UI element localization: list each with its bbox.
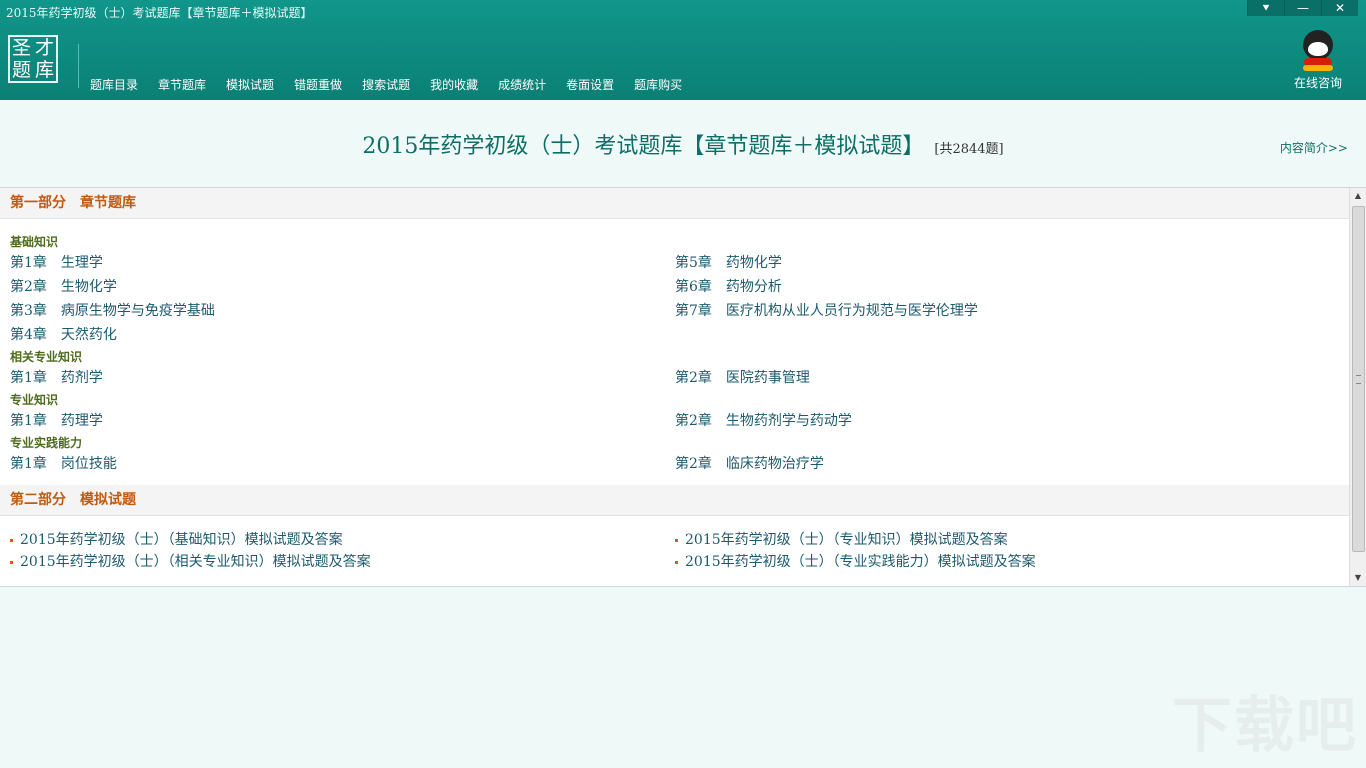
chapter-link[interactable]: 第4章 天然药化 [10, 324, 675, 344]
intro-link[interactable]: 内容简介>> [1280, 139, 1348, 156]
page-title-text: 2015年药学初级（士）考试题库【章节题库＋模拟试题】 [362, 134, 925, 159]
app-logo: 圣 才 题 库 [8, 35, 58, 83]
category-heading: 专业实践能力 [10, 436, 83, 450]
nav-statistics[interactable]: 成绩统计 [488, 70, 556, 99]
logo-char: 圣 [11, 37, 31, 59]
chapter-row: 第4章 天然药化 [0, 322, 1366, 346]
bullet-icon [675, 560, 678, 564]
category-heading: 相关专业知识 [10, 350, 83, 364]
chapter-link[interactable]: 第3章 病原生物学与免疫学基础 [10, 300, 675, 320]
mock-test-row: 2015年药学初级（士）（相关专业知识）模拟试题及答案 2015年药学初级（士）… [0, 550, 1366, 572]
menu-dropdown-button[interactable]: ⯆ [1247, 0, 1284, 16]
logo-char: 才 [34, 37, 54, 59]
category-heading: 基础知识 [10, 235, 59, 249]
app-header: 2015年药学初级（士）考试题库【章节题库＋模拟试题】 ⯆ — ✕ 圣 才 题 … [0, 0, 1366, 100]
nav-catalog[interactable]: 题库目录 [80, 70, 148, 99]
header-divider [78, 44, 79, 88]
close-button[interactable]: ✕ [1321, 0, 1358, 16]
chapter-row: 第1章 药剂学 第2章 医院药事管理 [0, 365, 1366, 389]
chapter-link[interactable]: 第2章 生物化学 [10, 276, 675, 296]
scroll-thumb[interactable] [1352, 206, 1365, 552]
logo-char: 题 [11, 59, 31, 81]
chapter-row: 第3章 病原生物学与免疫学基础 第7章 医疗机构从业人员行为规范与医学伦理学 [0, 298, 1366, 322]
chapter-row: 第1章 生理学 第5章 药物化学 [0, 250, 1366, 274]
chapter-row: 第1章 岗位技能 第2章 临床药物治疗学 [0, 451, 1366, 475]
chapter-link[interactable]: 第1章 药剂学 [10, 367, 675, 387]
nav-chapter-bank[interactable]: 章节题库 [148, 70, 216, 99]
chapter-link[interactable]: 第2章 生物药剂学与药动学 [675, 410, 1340, 430]
chapter-link[interactable]: 第5章 药物化学 [675, 252, 1340, 272]
chapter-link[interactable]: 第1章 药理学 [10, 410, 675, 430]
bullet-icon [10, 538, 13, 542]
nav-mock-tests[interactable]: 模拟试题 [216, 70, 284, 99]
window-controls: ⯆ — ✕ [1247, 0, 1358, 16]
nav-search[interactable]: 搜索试题 [352, 70, 420, 99]
scroll-up-arrow-icon[interactable]: ▲ [1350, 188, 1366, 204]
chapter-link[interactable]: 第1章 岗位技能 [10, 453, 675, 473]
nav-purchase[interactable]: 题库购买 [624, 70, 692, 99]
chapter-link[interactable]: 第6章 药物分析 [675, 276, 1340, 296]
chapter-link[interactable]: 第1章 生理学 [10, 252, 675, 272]
main-nav: 题库目录 章节题库 模拟试题 错题重做 搜索试题 我的收藏 成绩统计 卷面设置 … [80, 70, 692, 99]
minimize-button[interactable]: — [1284, 0, 1321, 16]
mock-test-row: 2015年药学初级（士）（基础知识）模拟试题及答案 2015年药学初级（士）（专… [0, 528, 1366, 550]
chapter-link[interactable]: 第2章 临床药物治疗学 [675, 453, 1340, 473]
watermark: 下载吧 [1172, 691, 1358, 761]
vertical-scrollbar[interactable]: ▲ ▼ [1349, 188, 1366, 586]
chapter-row: 第2章 生物化学 第6章 药物分析 [0, 274, 1366, 298]
mock-test-link[interactable]: 2015年药学初级（士）（相关专业知识）模拟试题及答案 [10, 551, 675, 571]
bullet-icon [675, 538, 678, 542]
consult-label: 在线咨询 [1293, 76, 1342, 90]
scroll-down-arrow-icon[interactable]: ▼ [1350, 570, 1366, 586]
qq-penguin-icon [1301, 30, 1335, 71]
mock-test-link[interactable]: 2015年药学初级（士）（专业知识）模拟试题及答案 [675, 529, 1340, 549]
question-count: [共2844题] [934, 142, 1004, 157]
nav-paper-settings[interactable]: 卷面设置 [556, 70, 624, 99]
mock-test-link[interactable]: 2015年药学初级（士）（专业实践能力）模拟试题及答案 [675, 551, 1340, 571]
chapter-link[interactable]: 第7章 医疗机构从业人员行为规范与医学伦理学 [675, 300, 1340, 320]
page-title: 2015年药学初级（士）考试题库【章节题库＋模拟试题】 [共2844题] [0, 128, 1366, 160]
chapter-link[interactable]: 第2章 医院药事管理 [675, 367, 1340, 387]
mock-test-link[interactable]: 2015年药学初级（士）（基础知识）模拟试题及答案 [10, 529, 675, 549]
mock-test-list: 2015年药学初级（士）（基础知识）模拟试题及答案 2015年药学初级（士）（专… [0, 516, 1366, 572]
section-mock-tests-header: 第二部分 模拟试题 [0, 485, 1366, 516]
bullet-icon [10, 560, 13, 564]
nav-redo-wrong[interactable]: 错题重做 [284, 70, 352, 99]
window-title: 2015年药学初级（士）考试题库【章节题库＋模拟试题】 [6, 6, 313, 20]
section-chapter-bank-header: 第一部分 章节题库 [0, 188, 1366, 219]
nav-favorites[interactable]: 我的收藏 [420, 70, 488, 99]
category-heading: 专业知识 [10, 393, 59, 407]
content-panel: 第一部分 章节题库 基础知识 第1章 生理学 第5章 药物化学 第2章 生物化学 第6… [0, 187, 1366, 587]
chapter-row: 第1章 药理学 第2章 生物药剂学与药动学 [0, 408, 1366, 432]
logo-char: 库 [34, 59, 54, 81]
online-consult-button[interactable]: 在线咨询 [1288, 30, 1348, 91]
